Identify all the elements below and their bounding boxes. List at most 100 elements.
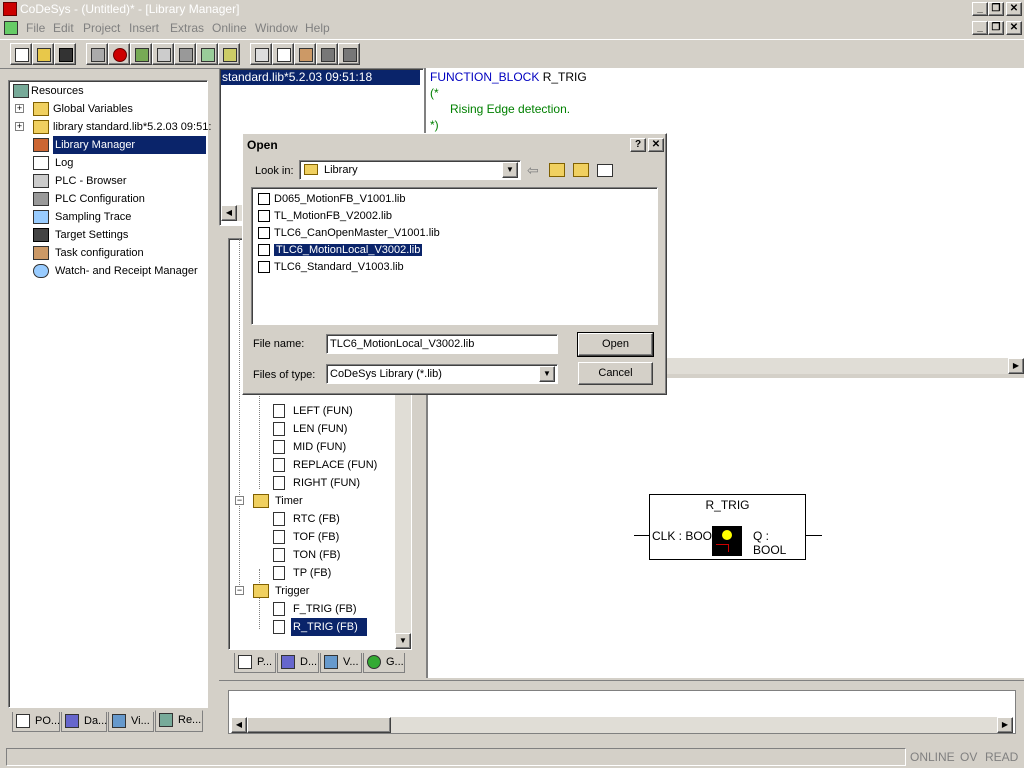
force-values-button[interactable] <box>218 43 240 65</box>
menu-help[interactable]: Help <box>305 21 330 35</box>
tree-item-sampling-trace[interactable]: Sampling Trace <box>33 208 131 226</box>
minimize-button[interactable]: _ <box>972 2 988 16</box>
code-line-4: *) <box>430 118 439 132</box>
step-button[interactable] <box>152 43 174 65</box>
tree-item-rtc[interactable]: RTC (FB) <box>273 510 340 528</box>
file-item[interactable]: TLC6_CanOpenMaster_V1001.lib <box>256 225 442 241</box>
mdi-close-button[interactable]: ✕ <box>1006 21 1022 35</box>
tab-resources[interactable]: Re... <box>155 710 203 732</box>
tree-item-replace[interactable]: REPLACE (FUN) <box>273 456 377 474</box>
expand-plus-icon[interactable]: + <box>15 122 24 131</box>
mdi-restore-button[interactable]: ❐ <box>988 21 1004 35</box>
mdi-minimize-button[interactable]: _ <box>972 21 988 35</box>
save-button[interactable] <box>54 43 76 65</box>
tab-data-types[interactable]: Da... <box>61 712 107 732</box>
files-of-type-dropdown-button[interactable]: ▼ <box>539 366 555 382</box>
tree-item-right[interactable]: RIGHT (FUN) <box>273 474 360 492</box>
look-in-dropdown-button[interactable]: ▼ <box>502 162 518 178</box>
paste-button[interactable] <box>294 43 316 65</box>
file-item[interactable]: TL_MotionFB_V2002.lib <box>256 208 394 224</box>
scroll-left-button[interactable]: ◀ <box>221 205 237 221</box>
view-menu-icon[interactable] <box>597 164 613 177</box>
tree-item-len[interactable]: LEN (FUN) <box>273 420 347 438</box>
tree-item-resources[interactable]: Resources <box>13 82 84 100</box>
collapse-minus-icon[interactable]: − <box>235 496 244 505</box>
tree-item-watch-receipt-manager[interactable]: Watch- and Receipt Manager <box>33 262 198 280</box>
tree-item-tof[interactable]: TOF (FB) <box>273 528 339 546</box>
tab-visualizations[interactable]: Vi... <box>108 712 154 732</box>
tab-pou-lib[interactable]: P... <box>234 653 276 673</box>
message-scroll-thumb[interactable] <box>247 717 391 733</box>
tab-datatypes-lib[interactable]: D... <box>277 653 319 673</box>
scroll-down-button[interactable]: ▼ <box>395 633 411 649</box>
breakpoint-button[interactable] <box>130 43 152 65</box>
back-arrow-icon[interactable]: ⇦ <box>527 162 539 179</box>
files-of-type-select[interactable]: CoDeSys Library (*.lib) ▼ <box>326 364 558 384</box>
stop-button[interactable] <box>108 43 130 65</box>
file-list[interactable]: D065_MotionFB_V1001.lib TL_MotionFB_V200… <box>251 187 658 325</box>
tree-item-tp[interactable]: TP (FB) <box>273 564 331 582</box>
tab-pous[interactable]: PO... <box>12 712 60 732</box>
menu-window[interactable]: Window <box>255 21 298 35</box>
menu-online[interactable]: Online <box>212 21 247 35</box>
library-entry-standard[interactable]: standard.lib*5.2.03 09:51:18 <box>221 70 420 85</box>
message-hscroll[interactable]: ◀ ▶ <box>231 717 1013 733</box>
tree-item-log[interactable]: Log <box>33 154 73 172</box>
menu-edit[interactable]: Edit <box>53 21 74 35</box>
tree-item-f-trig[interactable]: F_TRIG (FB) <box>273 600 357 618</box>
tree-item-library-manager[interactable]: Library Manager <box>33 136 206 154</box>
code-scroll-right-button[interactable]: ▶ <box>1008 358 1024 374</box>
tree-item-r-trig[interactable]: R_TRIG (FB) <box>273 618 367 636</box>
tree-item-trigger[interactable]: − Trigger <box>235 582 309 600</box>
tree-item-plc-browser[interactable]: PLC - Browser <box>33 172 127 190</box>
tree-item-global-variables[interactable]: + Global Variables <box>15 100 133 118</box>
tree-item-mid[interactable]: MID (FUN) <box>273 438 346 456</box>
menu-file[interactable]: File <box>26 21 45 35</box>
close-button[interactable]: ✕ <box>1006 2 1022 16</box>
tree-item-task-configuration[interactable]: Task configuration <box>33 244 144 262</box>
folder-open-icon <box>253 584 269 598</box>
graphic-view[interactable]: R_TRIG CLK : BOOL Q : BOOL <box>426 378 1024 678</box>
menu-project[interactable]: Project <box>83 21 120 35</box>
file-name-input[interactable]: TLC6_MotionLocal_V3002.lib <box>326 334 558 354</box>
file-item-selected[interactable]: TLC6_MotionLocal_V3002.lib <box>256 242 424 258</box>
file-item[interactable]: D065_MotionFB_V1001.lib <box>256 191 407 207</box>
cancel-button[interactable]: Cancel <box>578 362 653 385</box>
tree-item-library-standard[interactable]: + library standard.lib*5.2.03 09:51: <box>15 118 211 136</box>
tab-globals-lib[interactable]: G... <box>363 653 405 673</box>
write-values-button[interactable] <box>196 43 218 65</box>
cut-button[interactable] <box>250 43 272 65</box>
tree-item-target-settings[interactable]: Target Settings <box>33 226 128 244</box>
message-window[interactable]: ◀ ▶ <box>228 690 1016 734</box>
message-scroll-right-button[interactable]: ▶ <box>997 717 1013 733</box>
single-cycle-button[interactable] <box>174 43 196 65</box>
copy-button[interactable] <box>272 43 294 65</box>
dialog-close-button[interactable]: ✕ <box>648 138 664 152</box>
tab-visualization-lib[interactable]: V... <box>320 653 362 673</box>
tree-item-timer[interactable]: − Timer <box>235 492 303 510</box>
new-folder-icon[interactable] <box>573 163 589 177</box>
menu-extras[interactable]: Extras <box>170 21 204 35</box>
open-button[interactable]: Open <box>577 332 654 357</box>
find-button[interactable] <box>316 43 338 65</box>
message-scroll-left-button[interactable]: ◀ <box>231 717 247 733</box>
tree-item-left[interactable]: LEFT (FUN) <box>273 402 353 420</box>
visualization-icon <box>112 714 126 728</box>
resources-tree[interactable]: Resources + Global Variables + library s… <box>8 80 211 708</box>
tree-item-ton[interactable]: TON (FB) <box>273 546 340 564</box>
expand-plus-icon[interactable]: + <box>15 104 24 113</box>
up-folder-icon[interactable] <box>549 163 565 177</box>
tree-item-plc-configuration[interactable]: PLC Configuration <box>33 190 145 208</box>
login-button[interactable] <box>86 43 108 65</box>
collapse-minus-icon[interactable]: − <box>235 586 244 595</box>
open-button[interactable] <box>32 43 54 65</box>
restore-button[interactable]: ❐ <box>988 2 1004 16</box>
file-item[interactable]: TLC6_Standard_V1003.lib <box>256 259 406 275</box>
dialog-help-button[interactable]: ? <box>630 138 646 152</box>
folder-icon <box>33 102 49 116</box>
menu-insert[interactable]: Insert <box>129 21 159 35</box>
find-next-button[interactable] <box>338 43 360 65</box>
new-button[interactable] <box>10 43 32 65</box>
function-block[interactable]: R_TRIG CLK : BOOL Q : BOOL <box>649 494 806 560</box>
look-in-select[interactable]: Library ▼ <box>299 160 521 180</box>
